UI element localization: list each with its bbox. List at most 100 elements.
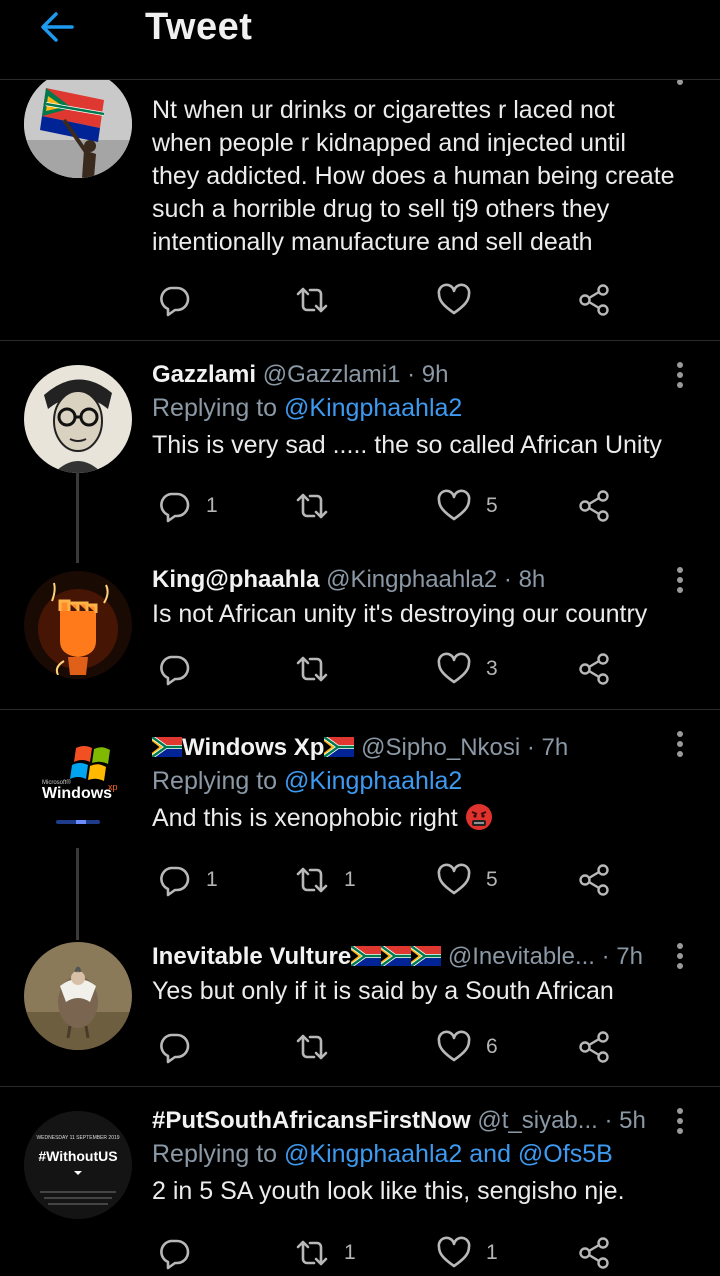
back-arrow-icon[interactable] xyxy=(36,6,78,48)
like-count: 1 xyxy=(486,1241,498,1264)
retweet-icon xyxy=(296,1240,328,1266)
retweet-icon xyxy=(296,867,328,893)
avatar-sup: xp xyxy=(108,782,118,792)
share-button[interactable] xyxy=(576,860,612,900)
tweet-text: 2 in 5 SA youth look like this, sengisho… xyxy=(152,1177,625,1205)
retweet-button[interactable] xyxy=(294,649,344,689)
share-icon xyxy=(579,284,609,316)
display-name-text: Inevitable Vulture xyxy=(152,943,352,970)
share-icon xyxy=(579,1237,609,1269)
tweet-actions xyxy=(152,280,632,320)
avatar[interactable]: WEDNESDAY 11 SEPTEMBER 2019 #WithoutUS xyxy=(24,1111,132,1219)
share-button[interactable] xyxy=(576,486,612,526)
tweet[interactable]: King@phaahla @Kingphaahla2 · 8h Is not A… xyxy=(0,551,720,709)
avatar[interactable] xyxy=(24,942,132,1050)
like-button[interactable]: 5 xyxy=(436,860,498,900)
tweet[interactable]: Microsoft® Windows xp Windows Xp @Sipho_… xyxy=(0,710,720,940)
share-button[interactable] xyxy=(576,1027,612,1067)
avatar[interactable] xyxy=(24,365,132,473)
display-name[interactable]: King@phaahla xyxy=(152,566,319,593)
reply-icon xyxy=(160,1239,190,1270)
like-button[interactable] xyxy=(436,280,486,320)
display-name[interactable]: Inevitable Vulture xyxy=(152,943,448,970)
south-africa-flag-icon xyxy=(411,946,442,966)
retweet-button[interactable] xyxy=(294,486,344,526)
like-count: 5 xyxy=(486,494,498,517)
reply-button[interactable] xyxy=(156,280,206,320)
thread-connector xyxy=(76,848,79,940)
page-title: Tweet xyxy=(145,6,253,48)
avatar[interactable]: Microsoft® Windows xp xyxy=(24,734,132,842)
tweet-meta: King@phaahla @Kingphaahla2 · 8h xyxy=(152,564,680,596)
more-icon[interactable] xyxy=(670,1105,690,1137)
tweet-content: Windows Xp @Sipho_Nkosi · 7h Replying to… xyxy=(152,732,680,835)
replying-label: Replying to xyxy=(152,767,285,795)
like-icon xyxy=(437,1030,471,1062)
handle-time: @Gazzlami1 · 9h xyxy=(262,361,449,388)
retweet-count: 1 xyxy=(344,1241,356,1264)
like-button[interactable]: 3 xyxy=(436,649,498,689)
tweet-actions: 6 xyxy=(152,1027,632,1067)
reply-count: 1 xyxy=(206,868,218,891)
handle-time: @Sipho_Nkosi · 7h xyxy=(361,734,569,761)
handle-time: @Kingphaahla2 · 8h xyxy=(326,566,546,593)
replying-to: Replying to @Kingphaahla2 xyxy=(152,391,680,425)
tweet[interactable]: Inevitable Vulture @Inevitable... · 7h Y… xyxy=(0,930,720,1086)
retweet-button[interactable] xyxy=(294,1027,344,1067)
like-icon xyxy=(437,283,471,315)
reply-button[interactable] xyxy=(156,649,206,689)
reply-button[interactable]: 1 xyxy=(156,860,218,900)
share-icon xyxy=(579,653,609,685)
retweet-icon xyxy=(296,1034,328,1060)
tweet-text: And this is xenophobic right xyxy=(152,802,680,835)
replying-to-link[interactable]: @Kingphaahla2 and @Ofs5B xyxy=(284,1140,613,1168)
south-africa-flag-icon xyxy=(381,946,412,966)
reply-count: 1 xyxy=(206,494,218,517)
tweet[interactable]: Gazzlami @Gazzlami1 · 9h Replying to @Ki… xyxy=(0,341,720,563)
tweet-content: #PutSouthAfricansFirstNow @t_siyab... · … xyxy=(152,1105,680,1208)
retweet-count: 1 xyxy=(344,868,356,891)
replying-to-link[interactable]: @Kingphaahla2 xyxy=(284,767,462,795)
more-icon[interactable] xyxy=(670,728,690,760)
reply-button[interactable]: 1 xyxy=(156,486,218,526)
replying-label: Replying to xyxy=(152,1140,285,1168)
more-icon[interactable] xyxy=(670,76,690,108)
share-button[interactable] xyxy=(576,649,612,689)
more-icon[interactable] xyxy=(670,940,690,972)
display-name[interactable]: #PutSouthAfricansFirstNow xyxy=(152,1107,471,1134)
share-button[interactable] xyxy=(576,280,612,320)
replying-to-link[interactable]: @Kingphaahla2 xyxy=(284,394,462,422)
south-africa-flag-icon xyxy=(351,946,382,966)
reply-button[interactable] xyxy=(156,1027,206,1067)
like-button[interactable]: 5 xyxy=(436,486,498,526)
tweet-content: King@phaahla @Kingphaahla2 · 8h Is not A… xyxy=(152,564,680,631)
like-button[interactable]: 1 xyxy=(436,1233,498,1273)
retweet-button[interactable]: 1 xyxy=(294,860,356,900)
display-name[interactable]: Gazzlami xyxy=(152,361,256,388)
share-button[interactable] xyxy=(576,1233,612,1273)
tweet[interactable]: Nt when ur drinks or cigarettes r laced … xyxy=(0,60,720,340)
like-icon xyxy=(437,652,471,684)
retweet-button[interactable]: 1 xyxy=(294,1233,356,1273)
angry-face-emoji-icon xyxy=(465,804,492,830)
south-africa-flag-icon xyxy=(324,737,355,757)
display-name[interactable]: Windows Xp xyxy=(152,734,361,761)
handle-time: @Inevitable... · 7h xyxy=(447,943,643,970)
replying-to: Replying to @Kingphaahla2 xyxy=(152,764,680,798)
share-icon xyxy=(579,864,609,896)
more-icon[interactable] xyxy=(670,359,690,391)
retweet-button[interactable] xyxy=(294,280,344,320)
share-icon xyxy=(579,1031,609,1063)
avatar[interactable] xyxy=(24,571,132,679)
reply-button[interactable] xyxy=(156,1233,206,1273)
tweet[interactable]: WEDNESDAY 11 SEPTEMBER 2019 #WithoutUS #… xyxy=(0,1087,720,1276)
tweet-meta: Inevitable Vulture @Inevitable... · 7h xyxy=(152,941,680,973)
tweet-actions: 1 1 xyxy=(152,1233,632,1273)
tweet-content: Gazzlami @Gazzlami1 · 9h Replying to @Ki… xyxy=(152,359,680,462)
avatar[interactable] xyxy=(24,70,132,178)
like-button[interactable]: 6 xyxy=(436,1027,498,1067)
tweet-actions: 1 1 5 xyxy=(152,860,632,900)
more-icon[interactable] xyxy=(670,564,690,596)
top-app-bar: Tweet xyxy=(0,0,720,80)
like-count: 6 xyxy=(486,1035,498,1058)
